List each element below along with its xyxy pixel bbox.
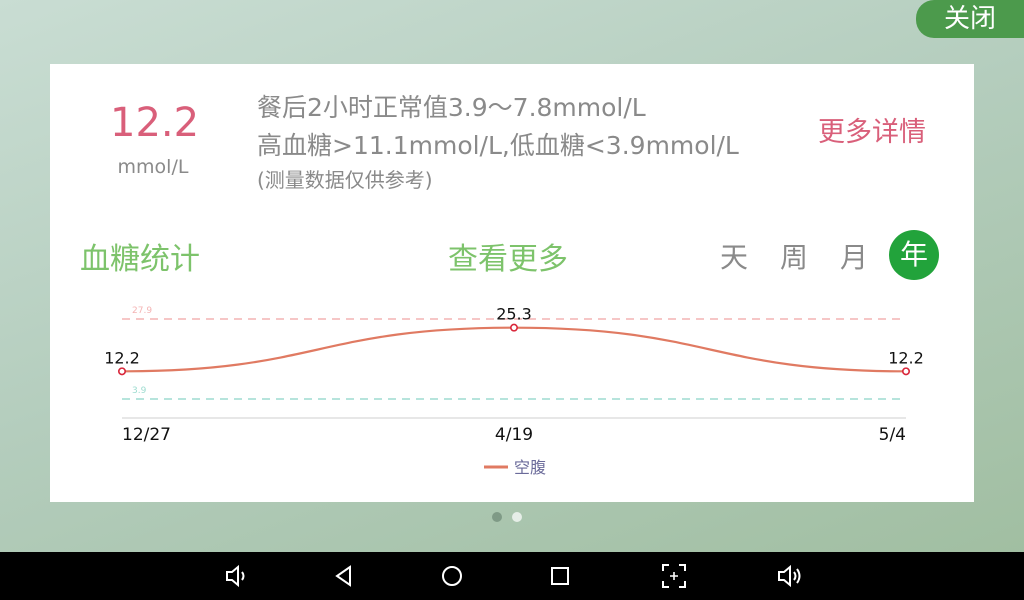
period-week-tab[interactable]: 周 bbox=[774, 238, 814, 278]
reference-line-label-1: 3.9 bbox=[132, 386, 147, 396]
series-line bbox=[121, 326, 907, 373]
x-tick-label-0: 12/27 bbox=[122, 425, 171, 445]
reference-disclaimer: (测量数据仅供参考) bbox=[257, 168, 433, 192]
period-year-tab[interactable]: 年 bbox=[889, 230, 939, 280]
data-label-2: 12.2 bbox=[888, 348, 924, 367]
data-point-2 bbox=[901, 367, 910, 376]
period-month-tab[interactable]: 月 bbox=[834, 238, 874, 278]
more-details-link[interactable]: 更多详情 bbox=[818, 110, 926, 149]
legend-label: 空腹 bbox=[514, 458, 546, 477]
volume-down-icon bbox=[226, 564, 245, 588]
recents-button[interactable] bbox=[546, 562, 574, 590]
home-button[interactable] bbox=[438, 562, 466, 590]
period-day-tab[interactable]: 天 bbox=[714, 238, 754, 278]
reference-high-low: 高血糖>11.1mmol/L,低血糖<3.9mmol/L bbox=[257, 131, 739, 160]
x-tick-label-1: 4/19 bbox=[495, 425, 533, 445]
data-point-0 bbox=[118, 367, 127, 376]
close-button[interactable]: 关闭 bbox=[916, 0, 1024, 38]
screenshot-button[interactable] bbox=[660, 562, 688, 590]
data-point-1 bbox=[509, 323, 518, 332]
current-reading-value: 12.2 bbox=[110, 100, 200, 146]
volume-up-button[interactable] bbox=[776, 562, 804, 590]
reference-normal-range: 餐后2小时正常值3.9～7.8mmol/L bbox=[257, 93, 646, 122]
volume-up-icon bbox=[778, 564, 801, 588]
view-more-link[interactable]: 查看更多 bbox=[448, 234, 568, 278]
current-reading-unit: mmol/L bbox=[117, 156, 189, 178]
reference-line-label-0: 27.9 bbox=[132, 306, 152, 316]
volume-down-button[interactable] bbox=[222, 562, 250, 590]
back-triangle-icon bbox=[335, 565, 351, 587]
x-tick-label-2: 5/4 bbox=[879, 425, 906, 445]
data-label-0: 12.2 bbox=[104, 348, 140, 367]
data-label-1: 25.3 bbox=[496, 305, 532, 324]
glucose-line-chart: 27.9 3.9 12.2 25.3 12.2 12/27 4/19 5/4 空腹 bbox=[104, 305, 924, 477]
back-button[interactable] bbox=[330, 562, 358, 590]
screenshot-icon bbox=[662, 564, 686, 588]
system-navigation-bar bbox=[0, 552, 1024, 600]
page-dot-2[interactable] bbox=[512, 512, 522, 522]
recents-square-icon bbox=[551, 567, 569, 585]
home-circle-icon bbox=[442, 566, 462, 586]
glucose-card: 12.2 mmol/L 餐后2小时正常值3.9～7.8mmol/L 高血糖>11… bbox=[50, 64, 974, 502]
page-dot-1[interactable] bbox=[492, 512, 502, 522]
stats-title: 血糖统计 bbox=[80, 242, 200, 277]
